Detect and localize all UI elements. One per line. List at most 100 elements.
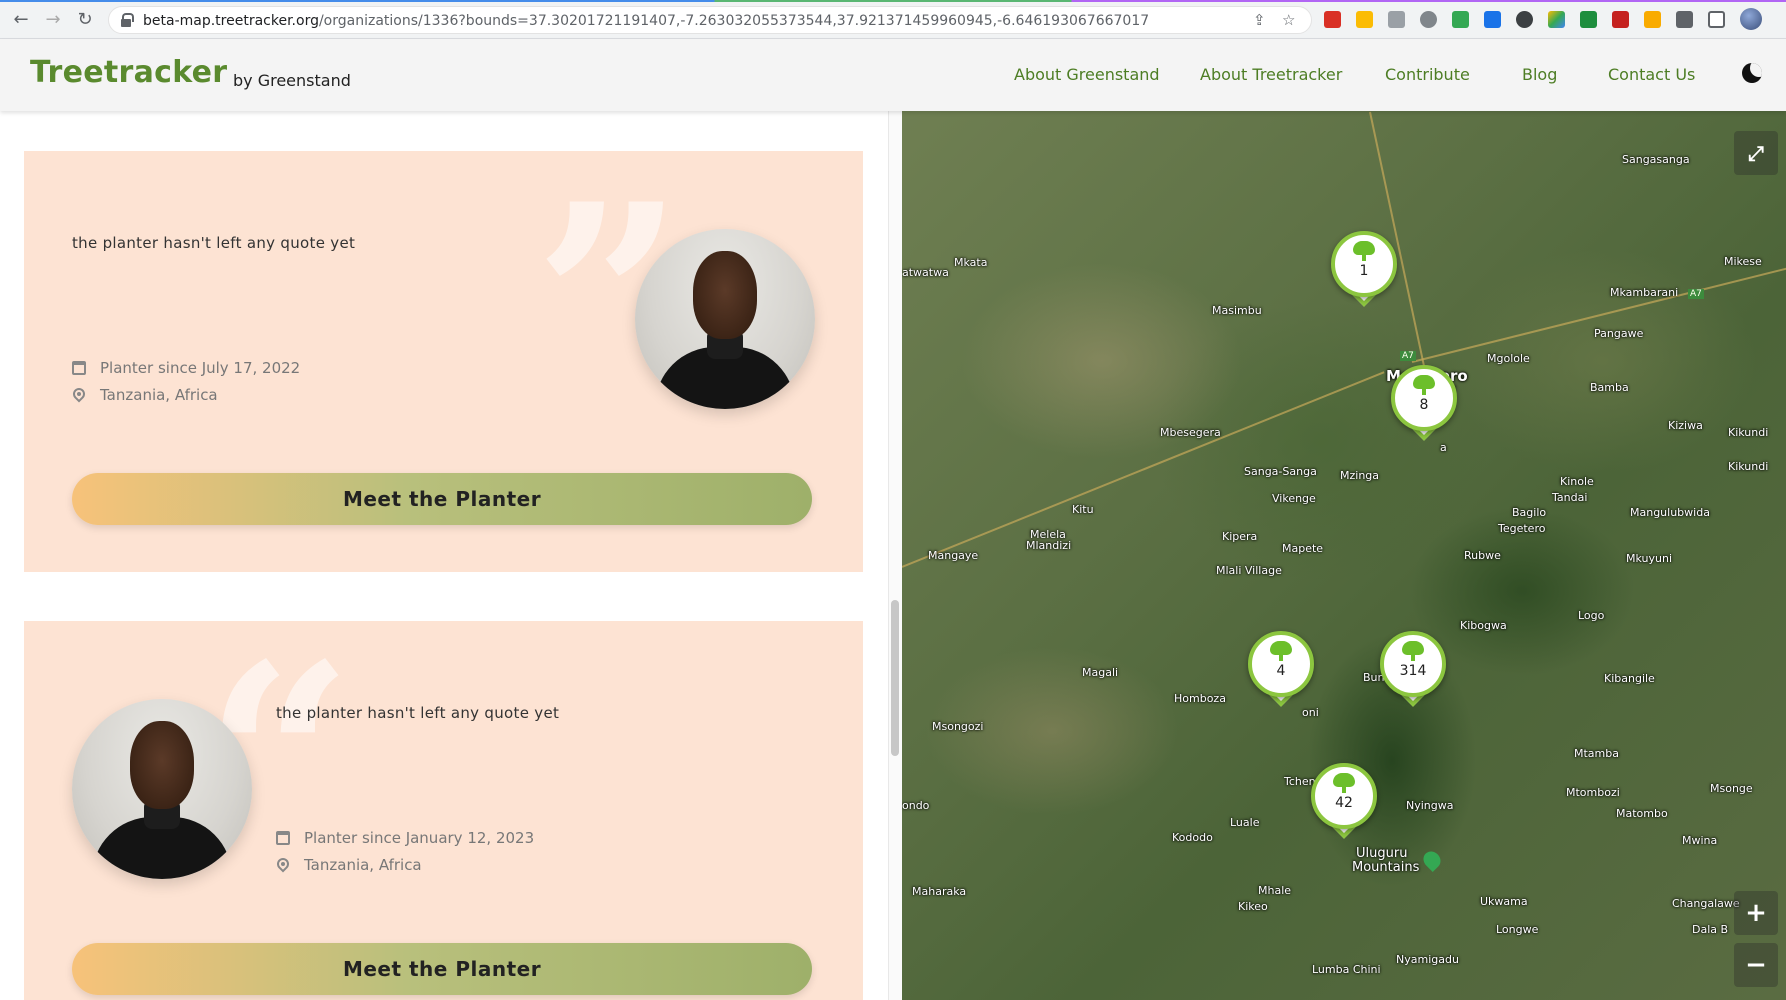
map-place-label: Mbesegera — [1160, 426, 1221, 439]
map-place-label: Mkambarani — [1610, 286, 1679, 299]
zoom-out-button[interactable]: − — [1734, 943, 1778, 987]
map-place-label: Bamba — [1590, 381, 1629, 394]
cluster-count: 4 — [1276, 663, 1286, 679]
fullscreen-icon[interactable]: ⤢ — [1734, 131, 1778, 175]
highway-shield: A7 — [1688, 289, 1704, 299]
bookmark-star-icon[interactable]: ☆ — [1282, 11, 1295, 29]
extension-icon[interactable] — [1644, 11, 1661, 28]
planter-card: “ the planter hasn't left any quote yet … — [24, 621, 863, 1000]
map-place-label: Longwe — [1496, 923, 1539, 936]
tree-cluster-marker[interactable]: 1 — [1331, 231, 1397, 311]
map-place-label: Kododo — [1172, 831, 1213, 844]
map-place-label: Logo — [1578, 609, 1605, 622]
map-place-label: Tegetero — [1498, 522, 1546, 535]
puzzle-icon[interactable] — [1676, 11, 1693, 28]
calendar-icon — [72, 361, 86, 375]
extension-icon[interactable] — [1580, 11, 1597, 28]
map-place-label: Vikenge — [1272, 492, 1316, 505]
url-path: /organizations/1336?bounds=37.3020172119… — [318, 13, 1150, 29]
map-place-label: Bagilo — [1512, 506, 1547, 519]
map-place-label: Kinole — [1560, 475, 1594, 488]
map-place-label: Mgolole — [1487, 352, 1530, 365]
settings-extension-icon[interactable] — [1420, 11, 1437, 28]
extension-icon[interactable] — [1484, 11, 1501, 28]
map-place-label: ondo — [902, 799, 930, 812]
map-place-label: Kibogwa — [1460, 619, 1507, 632]
cluster-count: 8 — [1419, 397, 1429, 413]
map-mountain-label: Uluguru — [1356, 846, 1408, 861]
site-header: Treetracker by Greenstand About Greensta… — [0, 39, 1786, 111]
mountain-pin-icon — [1419, 847, 1445, 873]
planter-since: Planter since January 12, 2023 — [304, 829, 535, 847]
address-bar[interactable]: beta-map.treetracker.org/organizations/1… — [108, 6, 1312, 34]
nav-contact-us[interactable]: Contact Us — [1608, 65, 1695, 84]
map-place-label: Kikeo — [1238, 900, 1268, 913]
drive-extension-icon[interactable] — [1548, 11, 1565, 28]
map-place-label: Tandai — [1552, 491, 1588, 504]
map-mountain-label: Mountains — [1352, 860, 1420, 875]
map-place-label: Msonge — [1710, 782, 1753, 795]
meet-the-planter-button[interactable]: Meet the Planter — [72, 473, 812, 525]
nav-blog[interactable]: Blog — [1522, 65, 1557, 84]
map-place-label: Mkata — [954, 256, 988, 269]
tree-cluster-marker[interactable]: 4 — [1248, 631, 1314, 711]
map-place-label: Luale — [1230, 816, 1260, 829]
map-place-label: Mangaye — [928, 549, 979, 562]
tree-cluster-marker[interactable]: 42 — [1311, 763, 1377, 843]
location-pin-icon — [72, 388, 86, 402]
highway-shield: A7 — [1400, 351, 1416, 361]
logo[interactable]: Treetracker — [30, 55, 227, 90]
map-view[interactable]: Sangasanga Mikese Mkata atwatwa Masimbu … — [902, 111, 1786, 1000]
location-pin-icon — [276, 858, 290, 872]
planter-photo[interactable] — [72, 699, 252, 879]
cluster-count: 314 — [1399, 663, 1427, 679]
extension-icon[interactable] — [1356, 11, 1373, 28]
map-place-label: Mhale — [1258, 884, 1292, 897]
side-panel-icon[interactable] — [1708, 11, 1725, 28]
pdf-extension-icon[interactable] — [1612, 11, 1629, 28]
map-place-label: Mangulubwida — [1630, 506, 1710, 519]
map-place-label: Mwina — [1682, 834, 1718, 847]
map-place-label: Ukwama — [1480, 895, 1528, 908]
map-place-label: Mzinga — [1340, 469, 1380, 482]
lock-icon — [121, 13, 134, 27]
extension-icon[interactable] — [1388, 11, 1405, 28]
map-place-label: Matombo — [1616, 807, 1668, 820]
address-url: beta-map.treetracker.org/organizations/1… — [143, 13, 1149, 29]
back-icon[interactable]: ← — [10, 9, 32, 31]
map-place-label: Masimbu — [1212, 304, 1262, 317]
map-place-label: Maharaka — [912, 885, 967, 898]
map-place-label: Msongozi — [932, 720, 984, 733]
map-place-label: Nyamigadu — [1396, 953, 1459, 966]
map-place-label: Lumba Chini — [1312, 963, 1381, 976]
scrollbar-track[interactable] — [888, 111, 902, 1000]
extension-icon[interactable] — [1452, 11, 1469, 28]
road — [1411, 259, 1786, 363]
extension-icon[interactable] — [1324, 11, 1341, 28]
map-place-label: Kipera — [1222, 530, 1258, 543]
nav-about-greenstand[interactable]: About Greenstand — [1014, 65, 1160, 84]
scrollbar-thumb[interactable] — [891, 600, 899, 756]
map-place-label: Mlali Village — [1216, 564, 1282, 577]
map-place-label: Mtamba — [1574, 747, 1619, 760]
extension-icon[interactable] — [1516, 11, 1533, 28]
meet-the-planter-button[interactable]: Meet the Planter — [72, 943, 812, 995]
planter-location: Tanzania, Africa — [304, 856, 422, 874]
cluster-count: 1 — [1359, 263, 1369, 279]
map-place-label: Mapete — [1282, 542, 1324, 555]
tree-cluster-marker[interactable]: 8 — [1391, 365, 1457, 445]
map-place-label: Pangawe — [1594, 327, 1644, 340]
reload-icon[interactable]: ↻ — [74, 9, 96, 31]
map-place-label: Mtombozi — [1566, 786, 1620, 799]
zoom-in-button[interactable]: + — [1734, 891, 1778, 935]
share-icon[interactable]: ⇪ — [1253, 11, 1266, 29]
dark-mode-toggle-icon[interactable] — [1742, 63, 1762, 83]
tree-cluster-marker[interactable]: 314 — [1380, 631, 1446, 711]
map-place-label: Kikundi — [1728, 460, 1769, 473]
planter-photo[interactable] — [635, 229, 815, 409]
forward-icon[interactable]: → — [42, 9, 64, 31]
profile-avatar[interactable] — [1740, 8, 1762, 30]
map-place-label: Mkuyuni — [1626, 552, 1673, 565]
nav-contribute[interactable]: Contribute — [1385, 65, 1470, 84]
nav-about-treetracker[interactable]: About Treetracker — [1200, 65, 1342, 84]
